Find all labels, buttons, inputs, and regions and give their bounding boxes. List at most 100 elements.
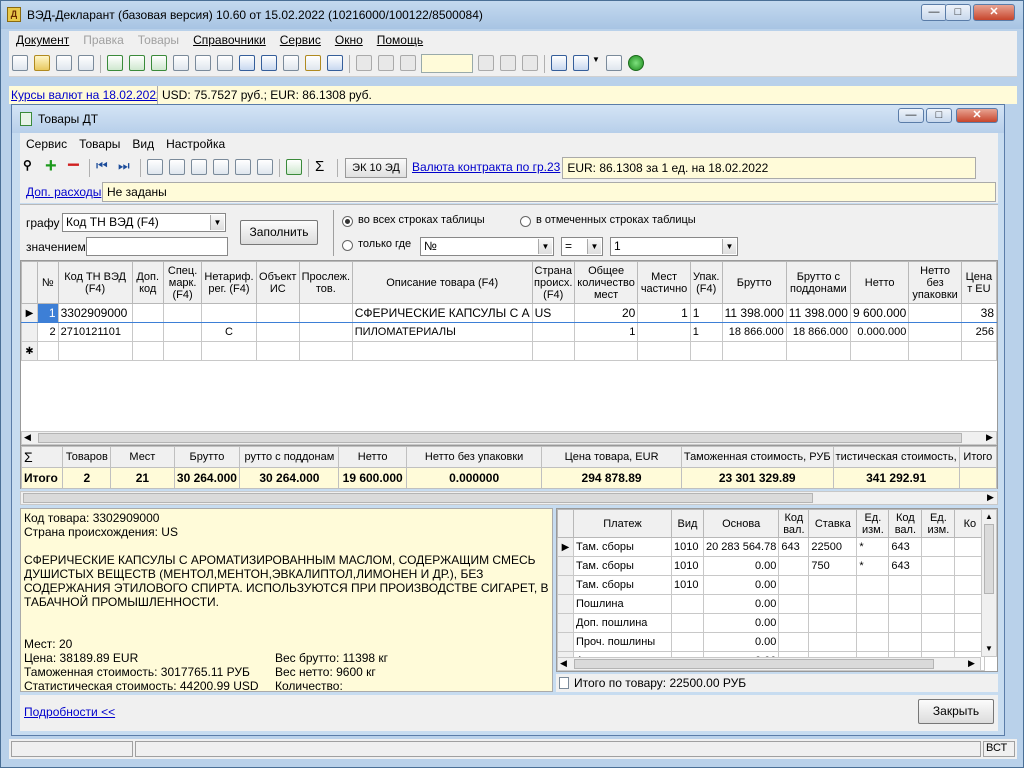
payment-cell[interactable]: 22500 bbox=[808, 537, 858, 557]
payment-cell[interactable]: 750 bbox=[808, 556, 858, 576]
menu-5[interactable]: Окно bbox=[328, 31, 370, 49]
payments-header[interactable]: Ставка bbox=[808, 509, 858, 538]
table-cell[interactable]: 1 bbox=[637, 303, 691, 323]
payment-cell[interactable]: 0.00 bbox=[702, 556, 780, 576]
payment-cell[interactable] bbox=[921, 594, 956, 614]
form-e0-icon[interactable] bbox=[147, 159, 163, 175]
scroll-right-icon[interactable]: ▶ bbox=[987, 492, 994, 503]
payment-cell[interactable] bbox=[671, 613, 704, 633]
payment-cell[interactable]: * bbox=[856, 556, 890, 576]
save-dropdown-icon[interactable]: ▼ bbox=[592, 55, 600, 71]
table-cell[interactable] bbox=[201, 341, 257, 361]
payment-cell[interactable]: Там. сборы bbox=[573, 556, 672, 576]
payment-row[interactable]: Пошлина 0.00 bbox=[557, 594, 986, 614]
currency-link[interactable]: Валюта контракта по гр.23 bbox=[412, 160, 560, 174]
payment-cell[interactable] bbox=[808, 575, 858, 595]
current-row-icon[interactable]: ▶ bbox=[21, 303, 38, 323]
grid-header[interactable]: Нетто без упаковки bbox=[908, 261, 962, 304]
payment-cell[interactable]: Проч. пошлины bbox=[573, 632, 672, 652]
table-cell[interactable] bbox=[849, 341, 910, 361]
payment-cell[interactable]: Доп. пошлина bbox=[573, 613, 672, 633]
grid-header[interactable]: Брутто с поддонами bbox=[785, 261, 851, 304]
payment-cell[interactable]: 20 283 564.78 bbox=[702, 537, 780, 557]
table-cell[interactable] bbox=[57, 341, 133, 361]
find-icon[interactable]: ⚲ bbox=[23, 158, 39, 174]
refresh-icon[interactable] bbox=[327, 55, 343, 71]
new-document-icon[interactable] bbox=[12, 55, 28, 71]
payment-cell[interactable] bbox=[856, 575, 890, 595]
payments-header[interactable]: Платеж bbox=[573, 509, 672, 538]
table-cell[interactable] bbox=[531, 322, 575, 342]
payment-cell[interactable] bbox=[888, 575, 923, 595]
grid-header[interactable]: Мест частично bbox=[637, 261, 691, 304]
form-icon-5[interactable] bbox=[195, 55, 211, 71]
grid-header[interactable]: Нетариф. рег. (F4) bbox=[201, 261, 257, 304]
radio-marked-rows[interactable] bbox=[520, 216, 531, 227]
menu-4[interactable]: Сервис bbox=[273, 31, 328, 49]
row-indicator[interactable] bbox=[557, 613, 574, 633]
table-cell[interactable] bbox=[637, 341, 691, 361]
payment-cell[interactable] bbox=[808, 594, 858, 614]
radio-all-rows[interactable] bbox=[342, 216, 353, 227]
table-cell[interactable] bbox=[531, 341, 575, 361]
delete-row-icon[interactable]: − bbox=[67, 154, 83, 176]
payment-cell[interactable] bbox=[921, 613, 956, 633]
scroll-down-icon[interactable]: ▼ bbox=[985, 644, 993, 653]
form-icon-8[interactable] bbox=[261, 55, 277, 71]
value-input[interactable] bbox=[86, 237, 228, 256]
copy-document-icon[interactable] bbox=[56, 55, 72, 71]
table-cell[interactable] bbox=[573, 341, 639, 361]
payment-cell[interactable] bbox=[778, 575, 810, 595]
last-row-icon[interactable]: ⏭ bbox=[118, 159, 134, 175]
payment-cell[interactable] bbox=[778, 594, 810, 614]
table-cell[interactable] bbox=[351, 341, 533, 361]
payment-cell[interactable] bbox=[921, 556, 956, 576]
table-cell[interactable] bbox=[162, 322, 203, 342]
sum-icon[interactable]: Σ bbox=[315, 159, 331, 175]
form-icon-6[interactable] bbox=[217, 55, 233, 71]
table-cell[interactable]: 1 bbox=[573, 322, 639, 342]
payment-cell[interactable] bbox=[778, 632, 810, 652]
grid-header[interactable]: Код ТН ВЭД (F4) bbox=[57, 261, 133, 304]
goods-menu-3[interactable]: Настройка bbox=[160, 133, 231, 155]
copy-row-icon[interactable] bbox=[286, 159, 302, 175]
payment-cell[interactable] bbox=[671, 632, 704, 652]
table-cell[interactable] bbox=[637, 322, 691, 342]
grid-header[interactable]: Упак. (F4) bbox=[689, 261, 723, 304]
goods-menu-1[interactable]: Товары bbox=[73, 133, 126, 155]
row-indicator[interactable] bbox=[557, 556, 574, 576]
payments-scroll-thumb[interactable] bbox=[574, 659, 934, 669]
grid-header[interactable]: Нетто bbox=[849, 261, 910, 304]
table-cell[interactable]: 1 bbox=[689, 322, 723, 342]
maximize-button[interactable]: □ bbox=[945, 4, 971, 21]
form-icon-3[interactable] bbox=[151, 55, 167, 71]
payment-cell[interactable] bbox=[921, 632, 956, 652]
grid-horizontal-scrollbar[interactable]: ◀ ▶ bbox=[21, 431, 997, 445]
current-row-icon[interactable]: ▶ bbox=[557, 537, 574, 557]
grid-header[interactable]: Брутто bbox=[721, 261, 787, 304]
payment-cell[interactable] bbox=[921, 537, 956, 557]
table-cell[interactable] bbox=[162, 303, 203, 323]
print-icon[interactable] bbox=[78, 55, 94, 71]
grid-header[interactable]: Объект ИС bbox=[255, 261, 300, 304]
payment-cell[interactable]: 1010 bbox=[671, 575, 704, 595]
payment-cell[interactable] bbox=[921, 575, 956, 595]
payment-row[interactable]: Доп. пошлина 0.00 bbox=[557, 613, 986, 633]
payment-cell[interactable] bbox=[888, 632, 923, 652]
payment-cell[interactable]: 643 bbox=[778, 537, 810, 557]
payment-cell[interactable]: 1010 bbox=[671, 556, 704, 576]
payment-cell[interactable]: 0.00 bbox=[702, 613, 780, 633]
extra-costs-link[interactable]: Доп. расходы bbox=[26, 185, 101, 199]
grid-header[interactable]: № bbox=[36, 261, 59, 304]
goods-menu-2[interactable]: Вид bbox=[126, 133, 160, 155]
table-cell[interactable] bbox=[721, 341, 787, 361]
payment-cell[interactable]: 0.00 bbox=[702, 575, 780, 595]
table-cell[interactable] bbox=[908, 341, 962, 361]
record-number-input[interactable] bbox=[421, 54, 473, 73]
form-icon-7[interactable] bbox=[239, 55, 255, 71]
goods-minimize-button[interactable]: — bbox=[898, 108, 924, 123]
grid-header[interactable]: Спец. марк. (F4) bbox=[162, 261, 203, 304]
table-cell[interactable] bbox=[255, 341, 300, 361]
form-icon-2[interactable] bbox=[129, 55, 145, 71]
payment-cell[interactable] bbox=[856, 613, 890, 633]
